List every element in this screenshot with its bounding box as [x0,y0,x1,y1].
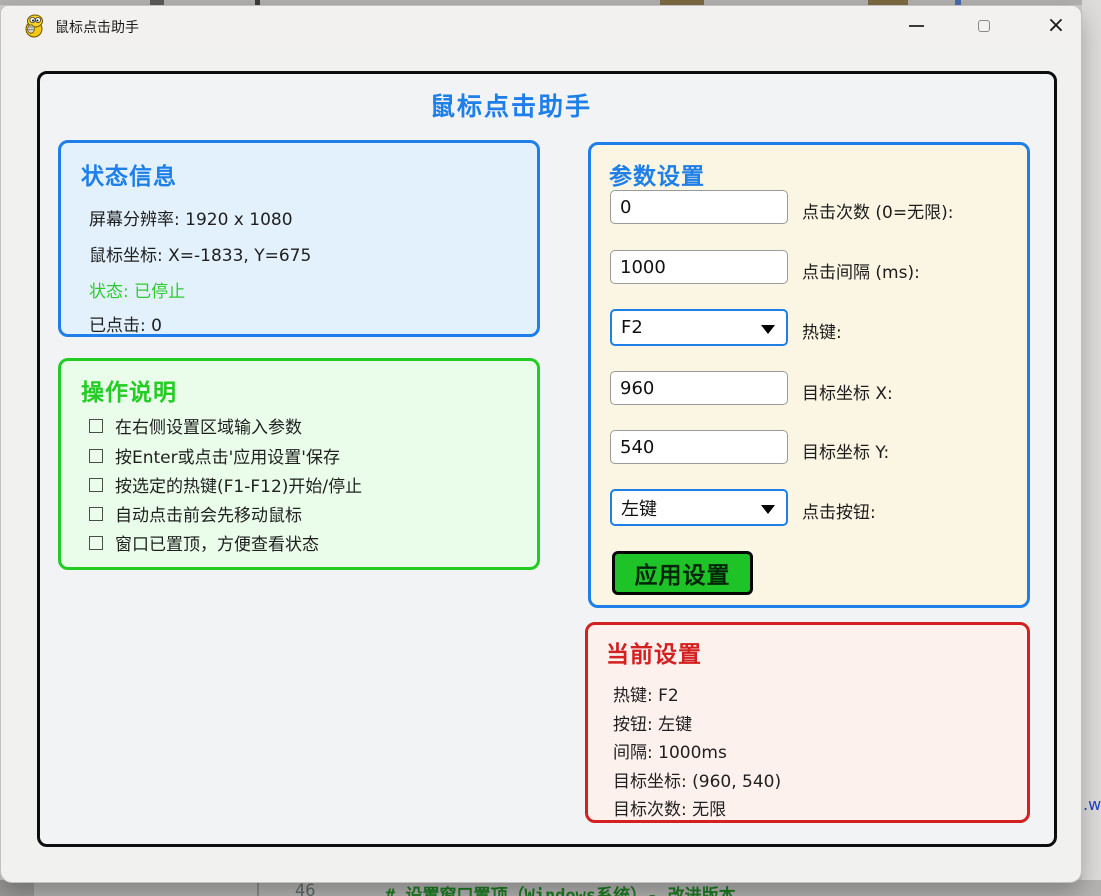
instruction-item: 按Enter或点击'应用设置'保存 [89,443,340,468]
state-line: 状态: 已停止 [89,282,186,302]
maximize-button[interactable] [961,6,1007,46]
instruction-item: 窗口已置顶，方便查看状态 [89,530,319,555]
checkbox-icon [89,506,103,521]
screen: .w 46 # 设置窗口置顶（Windows系统）- 改进版本 鼠标点击助手 ×… [0,0,1101,896]
instruction-text: 窗口已置顶，方便查看状态 [115,535,319,555]
target-x-input[interactable] [610,371,788,405]
click-count-label: 点击次数 (0=无限): [802,203,954,223]
checkbox-icon [89,418,103,433]
dropdown-arrow-icon [761,505,775,514]
current-button-line: 按钮: 左键 [613,715,693,735]
current-interval-line: 间隔: 1000ms [613,743,727,763]
close-icon: × [1046,13,1066,38]
click-count-line: 已点击: 0 [89,316,162,336]
instruction-item: 自动点击前会先移动鼠标 [89,501,302,526]
minimize-button[interactable] [893,6,939,46]
status-panel: 状态信息 屏幕分辨率: 1920 x 1080 鼠标坐标: X=-1833, Y… [58,140,540,337]
instruction-text: 自动点击前会先移动鼠标 [115,506,302,526]
apply-settings-button[interactable]: 应用设置 [612,551,753,595]
checkbox-icon [89,448,103,463]
instruction-text: 在右侧设置区域输入参数 [115,418,302,438]
current-settings-panel: 当前设置 热键: F2 按钮: 左键 间隔: 1000ms 目标坐标: (960… [585,622,1030,823]
instruction-item: 在右侧设置区域输入参数 [89,413,302,438]
target-y-input[interactable] [610,430,788,464]
click-count-input[interactable] [610,190,788,224]
instruction-item: 按选定的热键(F1-F12)开始/停止 [89,472,362,497]
background-code-fragment: .w [1083,795,1101,814]
mouse-button-label: 点击按钮: [802,503,876,523]
close-button[interactable]: × [1033,6,1079,46]
current-coords-line: 目标坐标: (960, 540) [613,772,782,792]
click-interval-input[interactable] [610,250,788,284]
target-y-label: 目标坐标 Y: [802,443,890,463]
mouse-coords-line: 鼠标坐标: X=-1833, Y=675 [89,246,312,266]
resolution-line: 屏幕分辨率: 1920 x 1080 [89,210,293,230]
instructions-panel: 操作说明 在右侧设置区域输入参数 按Enter或点击'应用设置'保存 按选定的热… [58,358,540,570]
hotkey-select-value: F2 [621,317,643,338]
page-title: 鼠标点击助手 [429,92,592,121]
window-title: 鼠标点击助手 [55,20,139,36]
instruction-text: 按Enter或点击'应用设置'保存 [115,448,340,468]
current-count-line: 目标次数: 无限 [613,800,727,820]
checkbox-icon [89,535,103,550]
click-interval-label: 点击间隔 (ms): [802,263,920,283]
instruction-text: 按选定的热键(F1-F12)开始/停止 [115,477,363,497]
hotkey-label: 热键: [802,323,842,343]
mouse-button-select[interactable]: 左键 [610,489,788,526]
app-icon [25,14,43,38]
mouse-button-select-value: 左键 [621,498,657,520]
current-hotkey-line: 热键: F2 [613,686,679,706]
editor-line-number: 46 [295,881,316,896]
background-right-strip: .w [1082,0,1101,896]
maximize-icon [978,20,990,32]
instructions-panel-title: 操作说明 [81,380,177,406]
background-code-line: # 设置窗口置顶（Windows系统）- 改进版本 [385,886,736,896]
checkbox-icon [89,477,103,492]
current-settings-title: 当前设置 [606,642,702,668]
minimize-icon [908,25,924,27]
title-bar[interactable]: 鼠标点击助手 × [1,6,1081,46]
hotkey-select[interactable]: F2 [610,309,788,346]
dropdown-arrow-icon [761,325,775,334]
settings-panel-title: 参数设置 [609,164,705,190]
status-panel-title: 状态信息 [81,164,177,190]
target-x-label: 目标坐标 X: [802,384,893,404]
